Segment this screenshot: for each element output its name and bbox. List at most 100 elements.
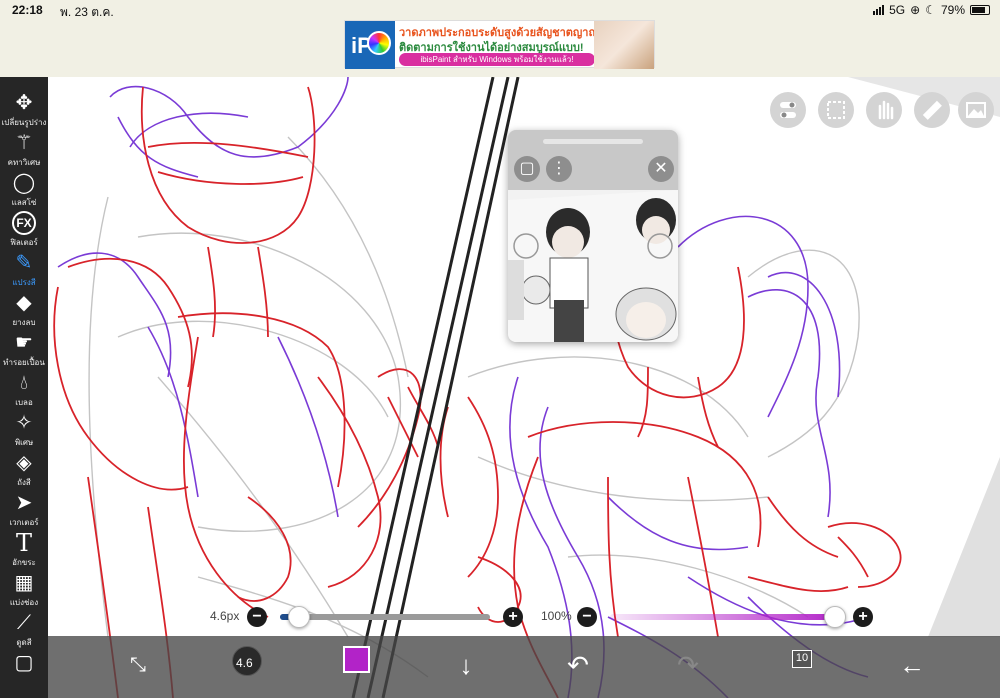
download-button[interactable]: ↓ <box>448 636 484 698</box>
tool-filter[interactable]: FX ฟิลเตอร์ <box>0 209 48 249</box>
tool-label: ถังสี <box>17 478 31 487</box>
selection-button[interactable] <box>818 92 854 128</box>
lock-rotation-icon: ⊕ <box>910 3 921 17</box>
undo-button[interactable]: ↶ <box>560 636 596 698</box>
signal-icon <box>873 5 885 15</box>
color-wheel-icon <box>367 31 391 55</box>
move-icon: ✥ <box>15 92 33 114</box>
bottom-toolbar: ⤡ 4.6 ↓ ↶ ↷ 10 ← <box>48 636 1000 698</box>
sketch-purple-layer <box>57 77 869 698</box>
tool-special[interactable]: ✧ พิเศษ <box>0 409 48 449</box>
special-icon: ✧ <box>15 412 33 434</box>
redo-icon: ↷ <box>677 650 699 680</box>
drag-handle[interactable] <box>543 139 643 144</box>
brush-size-indicator: 4.6 <box>236 656 253 670</box>
selection-icon <box>827 101 845 119</box>
swap-tool-button[interactable]: ⤡ <box>118 636 158 698</box>
battery-icon <box>970 5 990 15</box>
layer-count: 10 <box>795 652 809 664</box>
battery-label: 79% <box>940 3 965 17</box>
status-right-group: 5G ⊕ ☾ 79% <box>873 3 990 17</box>
tool-bucket[interactable]: ◈ ถังสี <box>0 449 48 489</box>
tool-lasso[interactable]: ◯ แลสโซ่ <box>0 169 48 209</box>
redo-button[interactable]: ↷ <box>670 636 706 698</box>
fx-icon: FX <box>12 211 36 235</box>
reference-window[interactable]: ▢ ⋮ ✕ <box>508 130 678 342</box>
more-options-button[interactable]: ⋮ <box>546 156 572 182</box>
minus-icon: − <box>252 608 262 625</box>
blur-icon: 💧︎ <box>20 372 28 394</box>
tool-label: อักขระ <box>12 558 36 567</box>
tool-text[interactable]: T อักขระ <box>0 529 48 569</box>
tool-label: ดูดสี <box>16 638 32 647</box>
canvas-icon: ▢ <box>14 652 34 674</box>
tool-frame-divider[interactable]: ▦ แบ่งช่อง <box>0 569 48 609</box>
tool-eyedropper[interactable]: ⟋ ดูดสี <box>0 609 48 649</box>
tool-label: แปรงสี <box>12 278 36 287</box>
tool-blur[interactable]: 💧︎ เบลอ <box>0 369 48 409</box>
tool-brush[interactable]: ✎ แปรงสี <box>0 249 48 289</box>
tool-label: ทำรอยเปื้อน <box>3 358 45 367</box>
ad-cta-button[interactable]: ibisPaint สำหรับ Windows พร้อมใช้งานแล้ว… <box>399 53 595 66</box>
network-label: 5G <box>889 3 906 17</box>
ruler-guide-lines <box>351 77 520 698</box>
status-bar: 22:18 พ. 23 ต.ค. 5G ⊕ ☾ 79% <box>0 0 1000 20</box>
opacity-slider[interactable] <box>610 614 840 620</box>
tool-canvas[interactable]: ▢ <box>0 649 48 689</box>
opacity-label: 100% <box>541 609 572 623</box>
tool-label: เบลอ <box>15 398 33 407</box>
close-reference-button[interactable]: ✕ <box>648 156 674 182</box>
brush-size-thumb[interactable] <box>288 606 310 628</box>
minus-icon: − <box>582 608 592 625</box>
fit-frame-button[interactable]: ▢ <box>514 156 540 182</box>
arrow-left-icon: ← <box>899 650 925 680</box>
status-time: 22:18 <box>12 3 43 17</box>
toggle-button[interactable] <box>770 92 806 128</box>
ruler-icon <box>922 100 942 120</box>
tool-label: เวกเตอร์ <box>9 518 39 527</box>
eyedropper-icon: ⟋ <box>17 612 31 634</box>
color-swatch-button[interactable] <box>340 636 372 698</box>
ibispaint-logo: iP <box>345 21 395 69</box>
smudge-icon: ☛ <box>15 332 33 354</box>
tool-eraser[interactable]: ◆ ยางลบ <box>0 289 48 329</box>
tool-label: คทาวิเศษ <box>7 158 41 167</box>
tool-label: เปลี่ยนรูปร่าง <box>1 118 47 127</box>
vector-icon: ➤ <box>15 492 33 514</box>
reference-image <box>508 190 678 342</box>
transform-swap-icon: ⤡ <box>130 654 146 676</box>
reference-manga-art <box>508 190 678 342</box>
brush-icon: ✎ <box>15 252 33 274</box>
opacity-decrease-button[interactable]: − <box>577 607 597 627</box>
tool-vector[interactable]: ➤ เวกเตอร์ <box>0 489 48 529</box>
close-icon: ✕ <box>654 160 668 177</box>
plus-icon: + <box>858 608 868 625</box>
tool-label: แบ่งช่อง <box>9 598 39 607</box>
opacity-increase-button[interactable]: + <box>853 607 873 627</box>
brush-size-slider[interactable] <box>280 614 490 620</box>
image-button[interactable] <box>958 92 994 128</box>
back-button[interactable]: ← <box>894 636 930 698</box>
undo-icon: ↶ <box>567 650 589 680</box>
tool-smudge[interactable]: ☛ ทำรอยเปื้อน <box>0 329 48 369</box>
opacity-thumb[interactable] <box>824 606 846 628</box>
hand-button[interactable] <box>866 92 902 128</box>
tool-transform[interactable]: ✥ เปลี่ยนรูปร่าง <box>0 89 48 129</box>
brush-size-decrease-button[interactable]: − <box>247 607 267 627</box>
image-icon <box>966 102 986 118</box>
bucket-icon: ◈ <box>16 452 32 474</box>
tool-label: ฟิลเตอร์ <box>10 238 38 247</box>
brush-settings-button[interactable]: 4.6 <box>228 636 268 698</box>
brush-size-increase-button[interactable]: + <box>503 607 523 627</box>
square-icon: ▢ <box>519 160 535 177</box>
hand-icon <box>878 100 894 120</box>
ruler-button[interactable] <box>914 92 950 128</box>
layers-button[interactable]: 10 <box>784 636 820 698</box>
current-color-swatch <box>343 646 370 673</box>
more-vertical-icon: ⋮ <box>551 160 567 177</box>
tool-magic-wand[interactable]: ⚚ คทาวิเศษ <box>0 129 48 169</box>
sketch-red-layer <box>53 86 902 698</box>
brush-size-label: 4.6px <box>210 609 240 623</box>
arrow-down-icon: ↓ <box>459 650 473 680</box>
ad-banner[interactable]: iP วาดภาพประกอบระดับสูงด้วยสัญชาตญาณ! ติ… <box>344 20 655 69</box>
